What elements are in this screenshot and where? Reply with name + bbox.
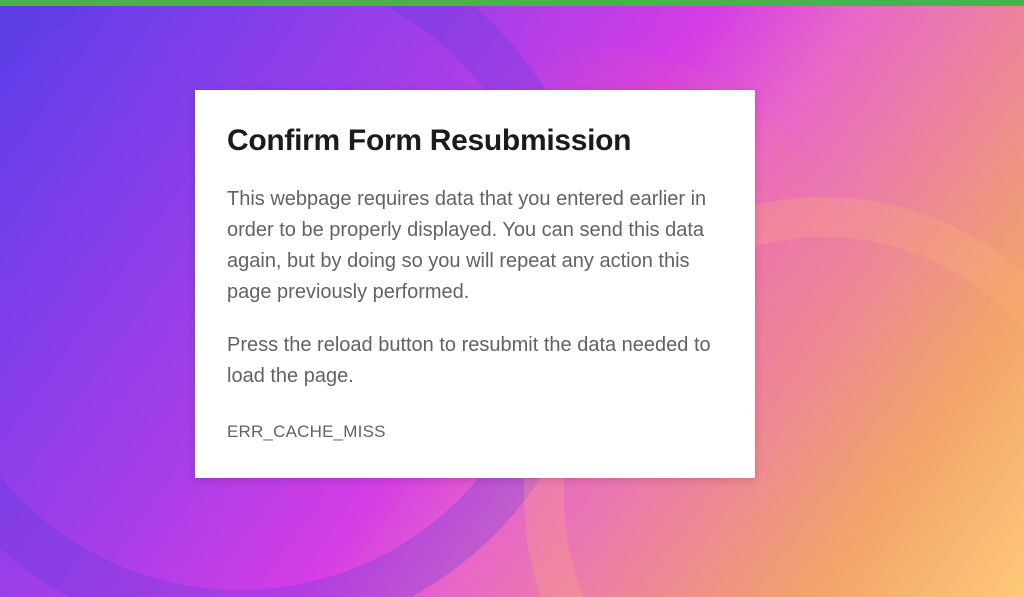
error-dialog: Confirm Form Resubmission This webpage r… bbox=[195, 90, 755, 478]
top-accent-bar bbox=[0, 0, 1024, 6]
error-body-text: This webpage requires data that you ente… bbox=[227, 184, 725, 308]
error-instruction-text: Press the reload button to resubmit the … bbox=[227, 330, 725, 392]
error-title: Confirm Form Resubmission bbox=[227, 124, 725, 158]
error-code: ERR_CACHE_MISS bbox=[227, 422, 725, 442]
